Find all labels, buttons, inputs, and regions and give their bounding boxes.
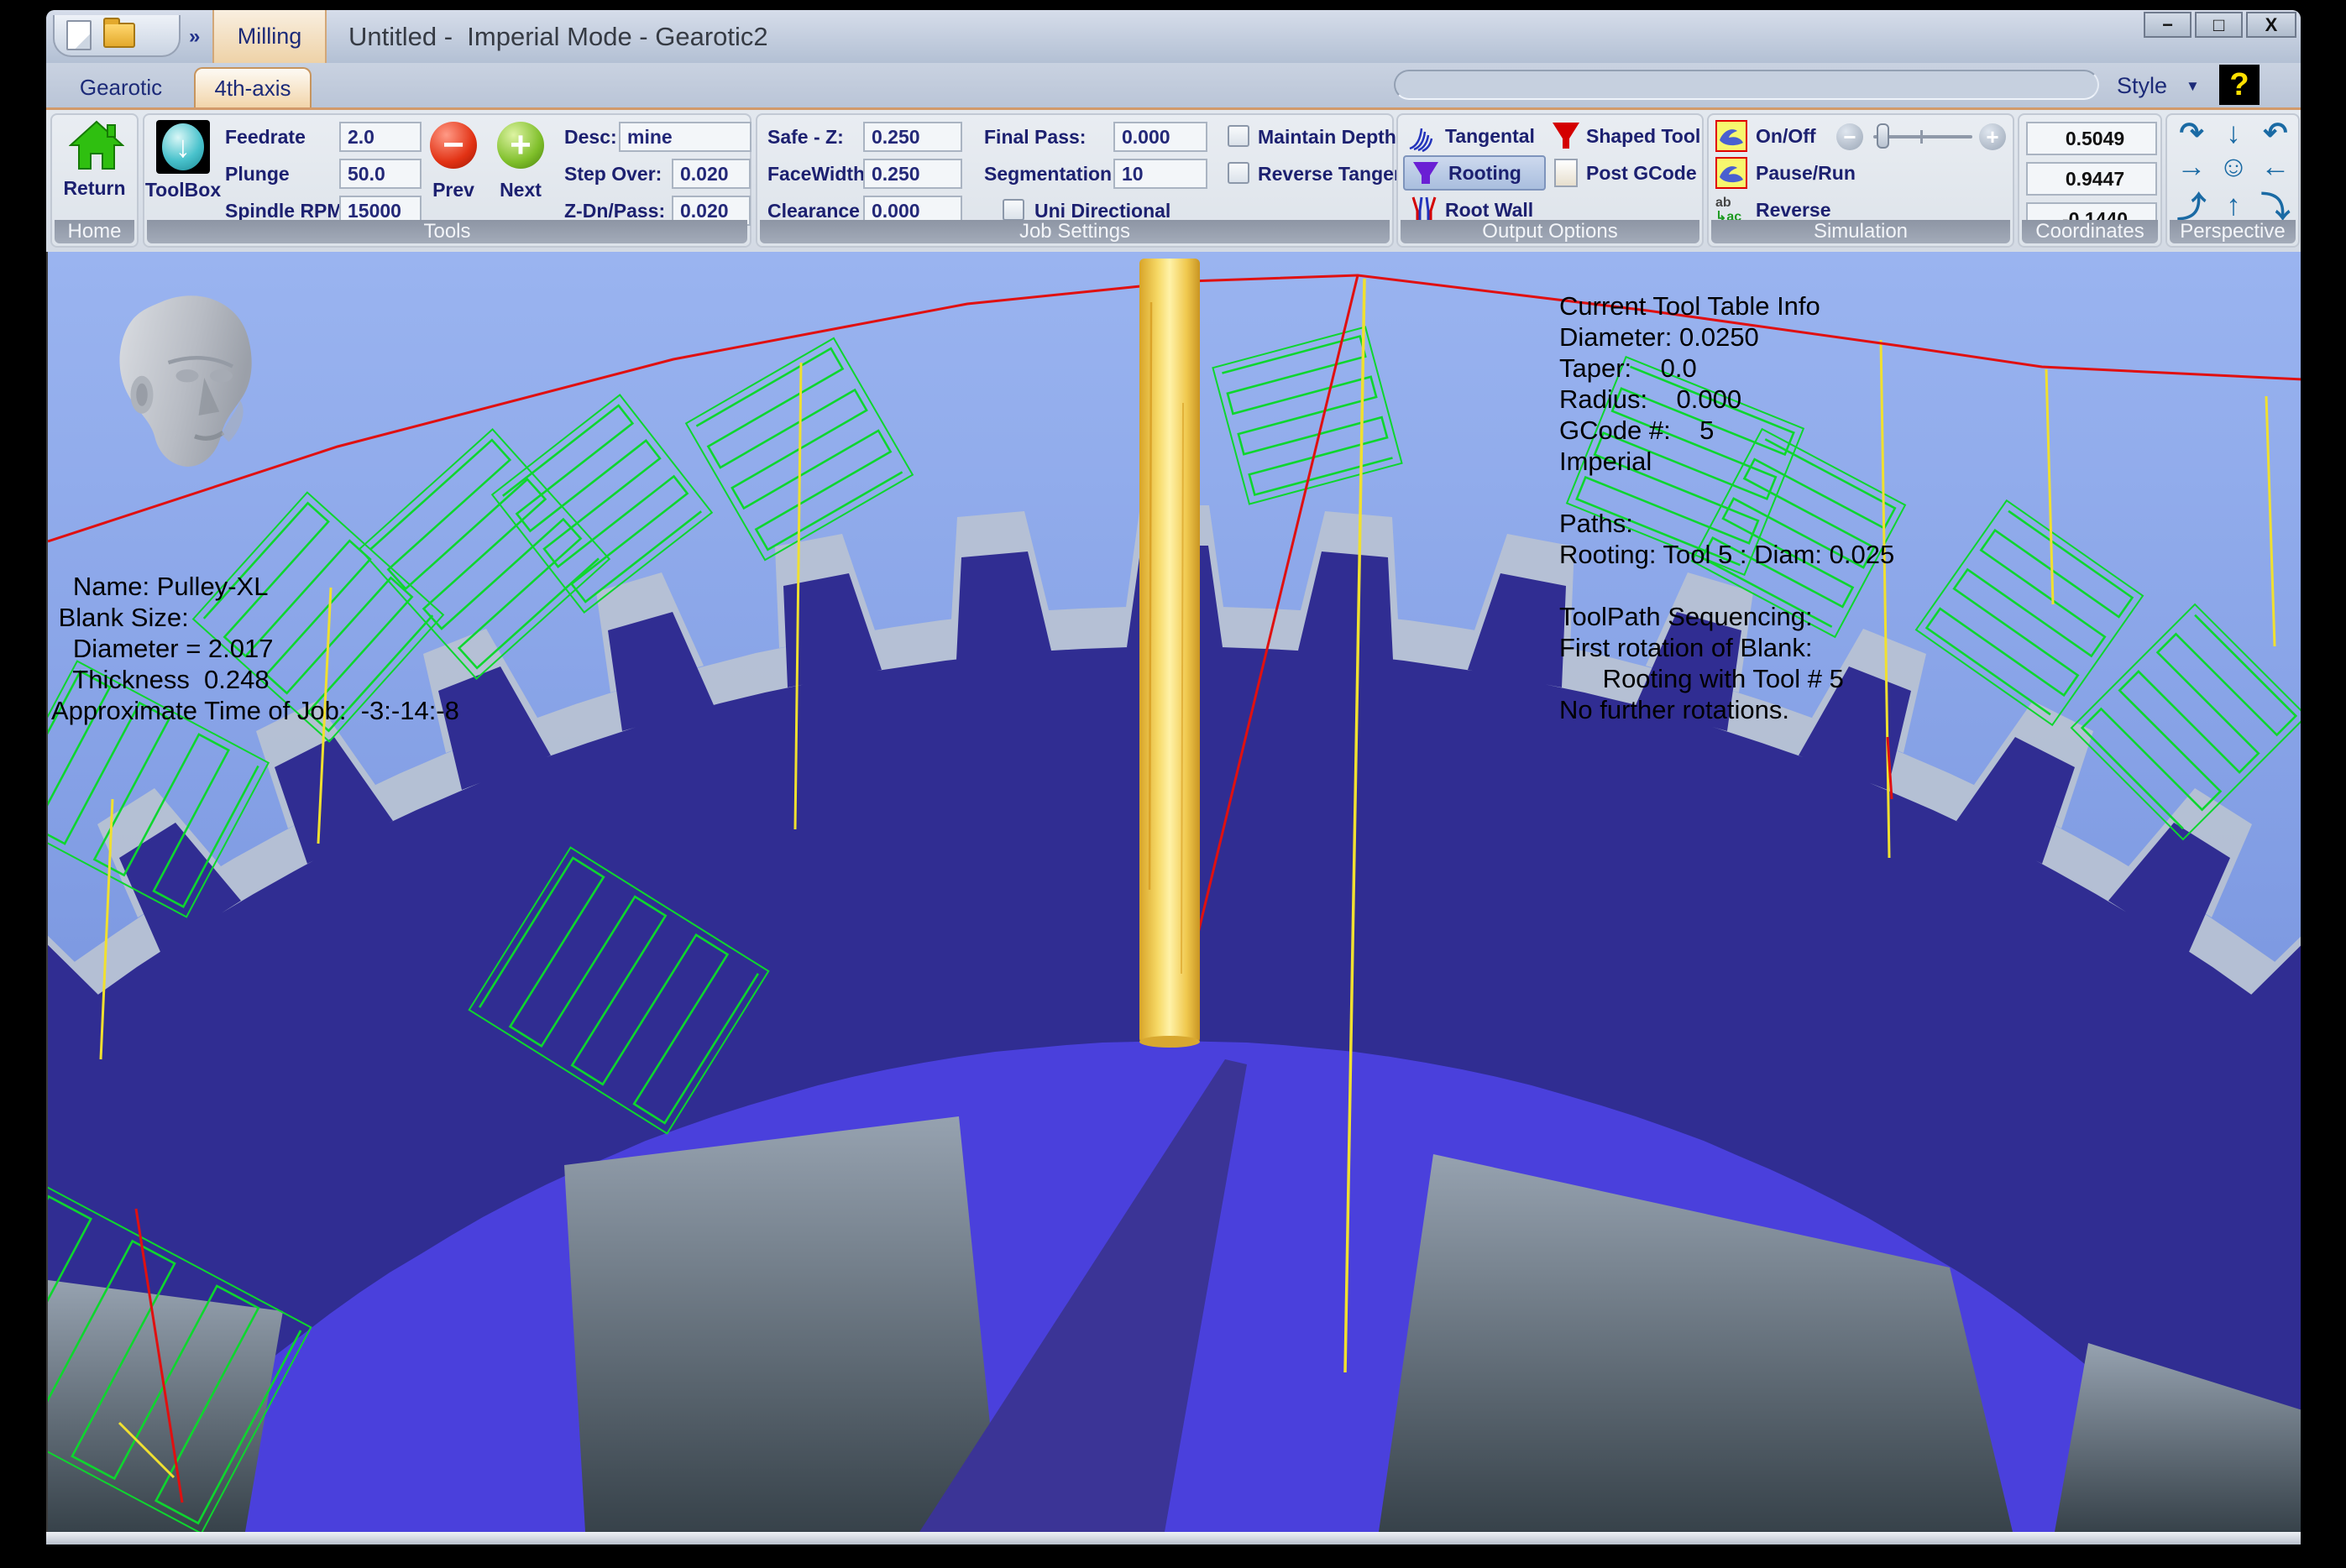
sim-speed-slider-tick (1920, 130, 1923, 144)
rooting-label: Rooting (1448, 162, 1521, 185)
next-button[interactable]: Next (490, 179, 551, 201)
ribbon: Return Home ↓ ToolBox Feedrate 2.0 Plung… (46, 110, 2301, 252)
window-bottom-edge (46, 1532, 2301, 1544)
segmentation-input[interactable]: 10 (1113, 159, 1207, 189)
style-menu[interactable]: Style (2117, 73, 2167, 99)
plunge-label: Plunge (225, 159, 290, 189)
shaped-tool-button[interactable]: Shaped Tool (1586, 120, 1700, 152)
window-title: Untitled - Imperial Mode - Gearotic2 (348, 10, 768, 63)
close-button[interactable]: X (2246, 12, 2296, 38)
group-label-output-options: Output Options (1401, 220, 1699, 243)
maintain-depth-checkbox[interactable] (1228, 125, 1249, 147)
coordinate-x-value: 0.5049 (2026, 122, 2157, 155)
rotate-ccw-icon[interactable]: ↶ (2254, 117, 2296, 150)
desc-label: Desc: (564, 122, 617, 152)
tool-table-info-text: Current Tool Table Info Diameter: 0.0250… (1559, 290, 1894, 725)
ribbon-tab-row: Gearotic 4th-axis Style ▼ ? (46, 63, 2301, 107)
pan-left-icon[interactable]: ← (2254, 150, 2296, 184)
pan-right-icon[interactable]: → (2171, 150, 2212, 184)
group-tools: ↓ ToolBox Feedrate 2.0 Plunge 50.0 Spind… (143, 113, 751, 248)
rooting-icon (1411, 160, 1440, 186)
sim-speed-plus-icon[interactable]: + (1979, 123, 2006, 150)
final-pass-label: Final Pass: (984, 122, 1086, 152)
perspective-pad: ↷ ↓ ↶ → ☺ ← ⤴ ↑ ⤵ (2171, 117, 2296, 224)
blank-info-text: Name: Pulley-XL Blank Size: Diameter = 2… (51, 571, 459, 726)
return-button[interactable]: Return (52, 177, 137, 199)
feedrate-label: Feedrate (225, 122, 306, 152)
pan-down-icon[interactable]: ↓ (2212, 117, 2254, 150)
sim-speed-slider-thumb[interactable] (1877, 123, 1889, 149)
stepover-input[interactable]: 0.020 (672, 159, 751, 189)
desktop: » Milling Untitled - Imperial Mode - Gea… (0, 0, 2346, 1568)
group-home: Return Home (50, 113, 139, 248)
group-label-home: Home (55, 220, 134, 243)
minimize-button[interactable]: − (2144, 12, 2192, 38)
new-document-icon[interactable] (66, 20, 92, 50)
stepover-label: Step Over: (564, 159, 662, 189)
prev-tool-icon[interactable]: − (430, 122, 477, 169)
tab-gearotic[interactable]: Gearotic (58, 70, 184, 105)
maximize-button[interactable]: □ (2195, 12, 2243, 38)
application-window: » Milling Untitled - Imperial Mode - Gea… (46, 10, 2301, 1544)
gear-scene (48, 252, 2301, 1532)
segmentation-label: Segmentation (984, 159, 1112, 189)
quick-access-toolbar (53, 15, 181, 57)
reverse-tangent-checkbox[interactable] (1228, 162, 1249, 184)
sim-onoff-button[interactable]: On/Off (1756, 120, 1816, 152)
tangental-icon[interactable] (1406, 120, 1440, 152)
sim-pauserun-button[interactable]: Pause/Run (1756, 157, 1856, 189)
title-bar: » Milling Untitled - Imperial Mode - Gea… (46, 10, 2301, 63)
app-menu-tab-milling[interactable]: Milling (212, 10, 327, 63)
final-pass-input[interactable]: 0.000 (1113, 122, 1207, 152)
toolbox-button[interactable]: ToolBox (144, 179, 222, 201)
safe-z-label: Safe - Z: (767, 122, 844, 152)
group-label-tools: Tools (147, 220, 747, 243)
group-perspective: ↷ ↓ ↶ → ☺ ← ⤴ ↑ ⤵ Perspective (2165, 113, 2300, 248)
home-icon[interactable] (69, 120, 124, 172)
reverse-tangent-label: Reverse Tangent (1258, 159, 1412, 189)
sim-pauserun-icon[interactable] (1715, 157, 1747, 189)
toolbox-icon[interactable]: ↓ (156, 120, 210, 174)
prev-button[interactable]: Prev (423, 179, 484, 201)
plunge-input[interactable]: 50.0 (339, 159, 422, 189)
tangental-button[interactable]: Tangental (1445, 120, 1535, 152)
group-simulation: On/Off Pause/Run ab ↳ac Reverse − + Simu… (1707, 113, 2014, 248)
facewidth-input[interactable]: 0.250 (863, 159, 962, 189)
group-label-perspective: Perspective (2170, 220, 2296, 243)
group-label-job-settings: Job Settings (760, 220, 1390, 243)
post-gcode-button[interactable]: Post GCode (1586, 157, 1697, 189)
group-coordinates: 0.5049 0.9447 -0.1440 Coordinates (2018, 113, 2162, 248)
group-output-options: Tangental Shaped Tool Rooting Post GCode… (1396, 113, 1704, 248)
tab-4th-axis[interactable]: 4th-axis (194, 67, 312, 107)
style-dropdown-arrow-icon[interactable]: ▼ (2186, 78, 2200, 95)
3d-viewport[interactable]: Name: Pulley-XL Blank Size: Diameter = 2… (46, 252, 2301, 1532)
reset-view-icon[interactable]: ☺ (2212, 150, 2254, 184)
open-file-icon[interactable] (103, 23, 135, 48)
facewidth-label: FaceWidth (767, 159, 865, 189)
desc-input[interactable]: mine (619, 122, 751, 152)
coordinate-y-value: 0.9447 (2026, 162, 2157, 196)
sim-speed-minus-icon[interactable]: − (1836, 123, 1863, 150)
group-label-simulation: Simulation (1711, 220, 2010, 243)
group-job-settings: Safe - Z: 0.250 FaceWidth 0.250 Clearanc… (756, 113, 1394, 248)
status-recess-bar (1394, 70, 2099, 100)
maintain-depth-label: Maintain Depth (1258, 122, 1396, 152)
post-gcode-icon[interactable] (1554, 159, 1578, 187)
rotate-cw-icon[interactable]: ↷ (2171, 117, 2212, 150)
shaped-tool-icon[interactable] (1549, 120, 1583, 152)
safe-z-input[interactable]: 0.250 (863, 122, 962, 152)
sim-onoff-icon[interactable] (1715, 120, 1747, 152)
group-label-coordinates: Coordinates (2022, 220, 2158, 243)
next-tool-icon[interactable]: + (497, 122, 544, 169)
help-button[interactable]: ? (2219, 65, 2260, 105)
feedrate-input[interactable]: 2.0 (339, 122, 422, 152)
toolbar-overflow-chevron[interactable]: » (189, 25, 200, 49)
uni-directional-checkbox[interactable] (1003, 199, 1024, 221)
rooting-button[interactable]: Rooting (1403, 155, 1546, 191)
